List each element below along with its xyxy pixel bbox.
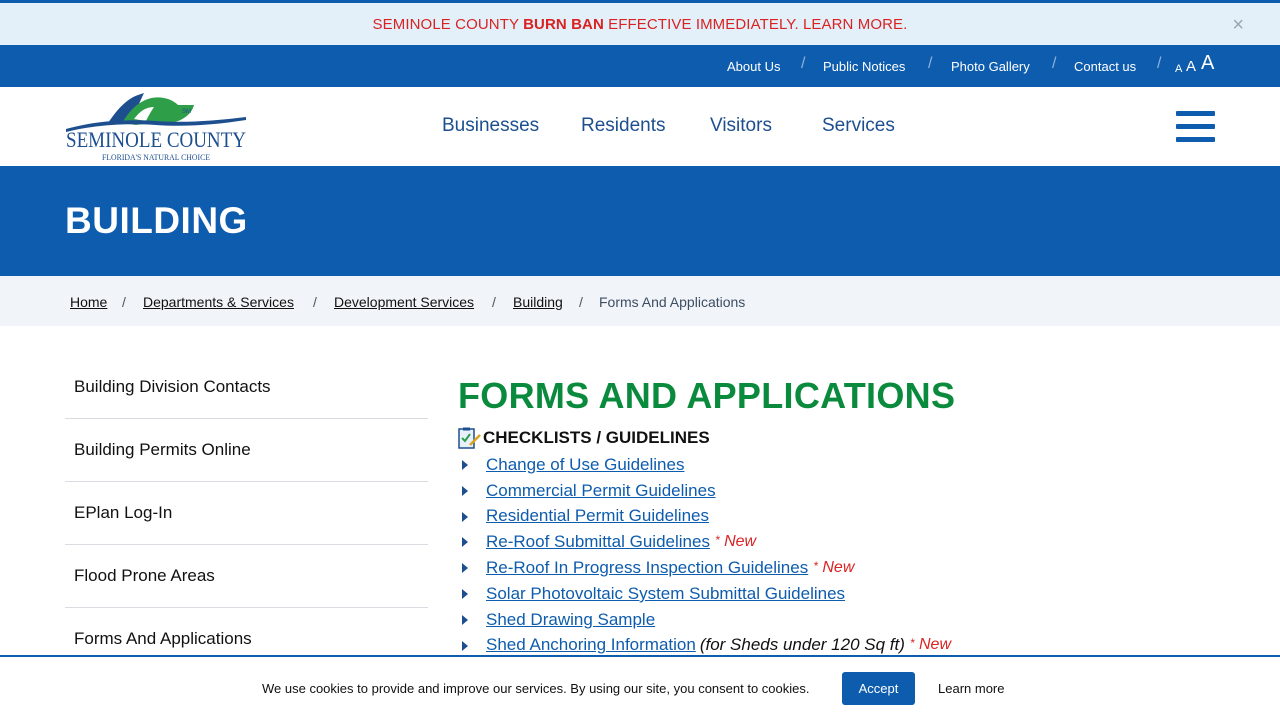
list-item: Re-Roof In Progress Inspection Guideline… — [458, 555, 1238, 581]
link-change-of-use-guidelines[interactable]: Change of Use Guidelines — [486, 455, 684, 475]
learn-more-link[interactable]: Learn more — [938, 681, 1004, 696]
link-shed-drawing-sample[interactable]: Shed Drawing Sample — [486, 610, 655, 630]
new-badge-star: * — [813, 559, 818, 574]
page-banner: BUILDING — [0, 166, 1280, 276]
utility-separator: / — [801, 55, 806, 72]
breadcrumb-departments-services[interactable]: Departments & Services — [143, 294, 294, 310]
new-badge: * New — [910, 636, 951, 654]
new-badge-label: New — [724, 533, 757, 551]
utility-nav: About Us / Public Notices / Photo Galler… — [0, 45, 1280, 87]
utility-separator: / — [1052, 55, 1057, 72]
nav-residents[interactable]: Residents — [581, 115, 666, 137]
nav-services[interactable]: Services — [822, 115, 895, 137]
alert-text-bold: BURN BAN — [523, 15, 604, 33]
utility-link-about-us[interactable]: About Us — [727, 59, 780, 74]
guidelines-list: Change of Use Guidelines Commercial Perm… — [458, 452, 1238, 658]
utility-link-photo-gallery[interactable]: Photo Gallery — [951, 59, 1030, 74]
alert-text-start: SEMINOLE COUNTY — [372, 15, 524, 33]
list-item: Solar Photovoltaic System Submittal Guid… — [458, 581, 1238, 607]
menu-icon-bar — [1176, 124, 1215, 129]
link-solar-photovoltaic-system-submittal-guidelines[interactable]: Solar Photovoltaic System Submittal Guid… — [486, 584, 845, 604]
logo-name: SEMINOLE COUNTY — [66, 127, 246, 152]
alert-message[interactable]: SEMINOLE COUNTY BURN BAN EFFECTIVE IMMED… — [373, 16, 908, 33]
utility-separator: / — [928, 55, 933, 72]
logo-service-mark: SM — [182, 109, 191, 115]
new-badge-star: * — [909, 636, 915, 651]
chevron-right-icon — [462, 588, 468, 599]
list-item: Commercial Permit Guidelines — [458, 478, 1238, 504]
breadcrumb-current: Forms And Applications — [599, 294, 746, 310]
menu-icon-bar — [1176, 137, 1215, 142]
link-note: (for Sheds under 120 Sq ft) — [699, 635, 905, 655]
page-banner-title: BUILDING — [65, 200, 248, 241]
utility-link-public-notices[interactable]: Public Notices — [823, 59, 905, 74]
breadcrumb-building[interactable]: Building — [513, 294, 563, 310]
sidebar-item-eplan-log-in[interactable]: EPlan Log-In — [65, 482, 428, 545]
link-residential-permit-guidelines[interactable]: Residential Permit Guidelines — [486, 506, 709, 526]
nav-businesses[interactable]: Businesses — [442, 115, 539, 137]
chevron-right-icon — [462, 640, 468, 651]
chevron-right-icon — [462, 563, 468, 574]
breadcrumb-development-services[interactable]: Development Services — [334, 294, 474, 310]
main-content: FORMS AND APPLICATIONS CHECKLISTS / GUID… — [458, 374, 1238, 658]
sidebar-item-flood-prone-areas[interactable]: Flood Prone Areas — [65, 545, 428, 608]
section-heading: CHECKLISTS / GUIDELINES — [458, 426, 1238, 450]
new-badge-label: New — [822, 559, 855, 577]
breadcrumb-separator: / — [313, 294, 317, 310]
new-badge: * New — [715, 533, 756, 551]
checklist-icon — [458, 427, 481, 449]
menu-icon-bar — [1176, 111, 1215, 116]
chevron-right-icon — [462, 537, 468, 548]
new-badge: * New — [813, 559, 854, 577]
nav-visitors[interactable]: Visitors — [710, 115, 772, 137]
breadcrumb-separator: / — [579, 294, 583, 310]
chevron-right-icon — [462, 485, 468, 496]
menu-icon[interactable] — [1176, 111, 1216, 143]
utility-separator: / — [1157, 55, 1162, 72]
sidebar-item-building-permits-online[interactable]: Building Permits Online — [65, 419, 428, 482]
sidebar-item-building-division-contacts[interactable]: Building Division Contacts — [65, 356, 428, 419]
logo-tagline: FLORIDA'S NATURAL CHOICE — [102, 153, 210, 162]
list-item: Change of Use Guidelines — [458, 452, 1238, 478]
section-title: CHECKLISTS / GUIDELINES — [483, 428, 710, 447]
cookie-message: We use cookies to provide and improve ou… — [262, 681, 810, 696]
font-size-large-button[interactable]: A — [1201, 52, 1214, 75]
cookie-banner: We use cookies to provide and improve ou… — [0, 655, 1280, 720]
list-item: Re-Roof Submittal Guidelines * New — [458, 529, 1238, 555]
font-size-small-button[interactable]: A — [1175, 63, 1182, 75]
new-badge-star: * — [714, 533, 720, 548]
link-re-roof-in-progress-inspection-guidelines[interactable]: Re-Roof In Progress Inspection Guideline… — [486, 558, 808, 578]
breadcrumb-home[interactable]: Home — [70, 294, 107, 310]
breadcrumb-separator: / — [492, 294, 496, 310]
link-re-roof-submittal-guidelines[interactable]: Re-Roof Submittal Guidelines — [486, 532, 710, 552]
font-size-medium-button[interactable]: A — [1186, 58, 1196, 75]
list-item: Shed Drawing Sample — [458, 607, 1238, 633]
alert-text-end: EFFECTIVE IMMEDIATELY. LEARN MORE. — [603, 15, 908, 33]
breadcrumb: Home / Departments & Services / Developm… — [0, 276, 1280, 326]
page-title: FORMS AND APPLICATIONS — [458, 375, 956, 416]
new-badge-label: New — [919, 636, 952, 654]
chevron-right-icon — [462, 511, 468, 522]
link-shed-anchoring-information[interactable]: Shed Anchoring Information — [486, 635, 696, 655]
breadcrumb-separator: / — [122, 294, 126, 310]
chevron-right-icon — [462, 460, 468, 470]
alert-banner: SEMINOLE COUNTY BURN BAN EFFECTIVE IMMED… — [0, 0, 1280, 45]
seminole-county-logo[interactable]: SM SEMINOLE COUNTY FLORIDA'S NATURAL CHO… — [64, 91, 248, 163]
sidebar-nav: Building Division Contacts Building Perm… — [65, 356, 428, 671]
accept-cookies-button[interactable]: Accept — [842, 672, 915, 705]
chevron-right-icon — [462, 614, 468, 625]
close-icon[interactable]: × — [1232, 15, 1244, 35]
link-commercial-permit-guidelines[interactable]: Commercial Permit Guidelines — [486, 481, 716, 501]
site-header: SM SEMINOLE COUNTY FLORIDA'S NATURAL CHO… — [0, 87, 1280, 166]
utility-link-contact-us[interactable]: Contact us — [1074, 59, 1136, 74]
list-item: Residential Permit Guidelines — [458, 504, 1238, 530]
